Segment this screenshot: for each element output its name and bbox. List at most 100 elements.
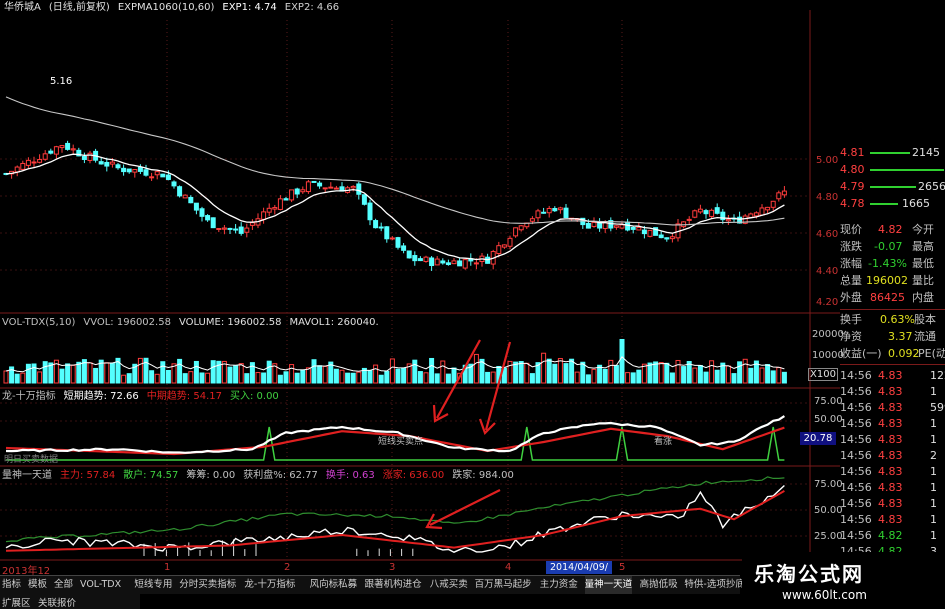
volume-bar [14,373,20,384]
tab-0[interactable]: 指标 [2,576,21,594]
month-label: 1 [164,562,171,573]
tab-12[interactable]: 量神一天道 [584,576,633,594]
volume-bar [367,370,373,384]
ind2-panel-header: 量神一天道 主力: 57.84 散户: 74.57 筹筹: 0.00 获利盘%: 62.… [2,469,522,483]
volume-bar [109,362,115,384]
volume-bar [591,368,597,384]
tick-volume: 122 [930,369,945,382]
tab-3[interactable]: VOL-TDX [80,576,121,594]
tab-10[interactable]: 百万黑马起步 [475,576,532,594]
candle-body [697,208,703,213]
tick-price: 4.83 [878,433,903,446]
candle-body [188,196,194,204]
candle-body [457,260,463,267]
candle-body [177,186,183,197]
volume-bar [165,369,171,384]
volume-bar [412,359,418,384]
ind1-name[interactable]: 龙-十万指标 [2,391,56,402]
order-bar [870,186,916,188]
candle-body [630,226,636,230]
quote-row: 总量 196002 量比 [840,273,945,289]
ind2-down: 跌家: 984.00 [452,470,514,481]
tab-2[interactable]: 全部 [54,576,73,594]
quote-value: 0.63% [880,313,915,326]
volume-bar [423,372,429,384]
quote-value: 196002 [866,274,908,287]
tick-volume: 1 [930,385,937,398]
tab-9[interactable]: 八戒买卖 [430,576,468,594]
ind1-short: 短期趋势: 72.66 [63,391,139,402]
quote2-row: 换手 0.63% 股本 [840,312,945,328]
ind2-up: 涨家: 636.00 [382,470,445,481]
tick-row: 14:56 4.83 2 [840,448,945,464]
volume-bar [42,361,48,384]
chart-canvas[interactable]: 5.16 短线买卖点 明日买卖数据 看涨 [0,0,840,575]
vol-name[interactable]: VOL-TDX(5,10) [2,317,75,328]
tick-row: 14:56 4.82 1 [840,528,945,544]
candle-body [272,207,278,210]
order-row[interactable]: 4.80 [840,162,945,178]
indicator-name[interactable]: EXPMA1060(10,60) [118,2,215,13]
ind1-label-2: 明日买卖数据 [4,453,58,465]
order-row[interactable]: 4.79 2656 [840,179,945,195]
tab-7[interactable]: 风向标私募 [310,576,358,594]
volume-bar [737,361,743,384]
price-tick: 4.60 [816,229,839,240]
candle-body [781,190,787,196]
candle-body [227,227,233,230]
tab-related-quote[interactable]: 关联报价 [38,595,76,609]
ind2-name[interactable]: 量神一天道 [2,470,52,481]
month-label: 2 [284,562,291,573]
candle-body [759,207,765,216]
order-row[interactable]: 4.78 1665 [840,196,945,212]
tick-volume: 1 [930,465,937,478]
tab-5[interactable]: 分时买卖指标 [179,576,236,594]
tick-row: 14:56 4.83 1 [840,496,945,512]
volume-bar [188,371,194,384]
tick-time: 14:56 [840,529,872,542]
high-price-label: 5.16 [50,76,72,87]
tab-13[interactable]: 高抛低吸 [640,576,678,594]
candle-body [53,146,59,155]
candle-body [619,224,625,229]
candle-body [462,259,468,269]
candle-body [283,198,289,201]
volume-bar [182,373,188,384]
order-price: 4.80 [840,163,865,176]
tab-8[interactable]: 跟著机构进仓 [365,576,422,594]
candle-body [31,161,37,164]
volume-bar [636,369,642,384]
ind2-main: 主力: 57.84 [60,470,116,481]
tick-volume: 599 [930,401,945,414]
candle-body [412,255,418,262]
site-watermark: 乐淘公式网 www.60lt.com [742,552,945,609]
ind1-tick: 75.00 [814,396,843,407]
tab-14[interactable]: 特供-选项抄底 [684,576,744,594]
tab-extension[interactable]: 扩展区 [2,595,31,609]
candle-body [20,162,26,170]
candle-body [126,168,132,173]
ind2-tick: 25.00 [814,531,843,542]
quote-label: 净资 [840,330,862,343]
volume-bar [451,367,457,384]
candle-body [14,166,20,173]
volume-bar [653,361,659,384]
order-row[interactable]: 4.81 2145 [840,145,945,161]
candle-body [305,181,311,193]
candle-body [37,159,43,163]
volume-bar [524,362,530,384]
tab-11[interactable]: 主力资金 [540,576,578,594]
quote-label: 涨幅 [840,257,862,270]
candle-body [669,236,675,240]
order-bar [870,203,898,205]
volume-bar [513,361,519,384]
tab-4[interactable]: 短线专用 [134,576,172,594]
candle-body [104,161,110,167]
price-tick: 4.20 [816,297,839,308]
tab-6[interactable]: 龙-十万指标 [244,576,295,594]
tab-1[interactable]: 模板 [28,576,47,594]
volume-bar [20,372,26,384]
bottom-tab-bar: 扩展区 关联报价 [0,594,140,609]
tick-row: 14:56 4.83 122 [840,368,945,384]
quote-label: 涨跌 [840,240,862,253]
